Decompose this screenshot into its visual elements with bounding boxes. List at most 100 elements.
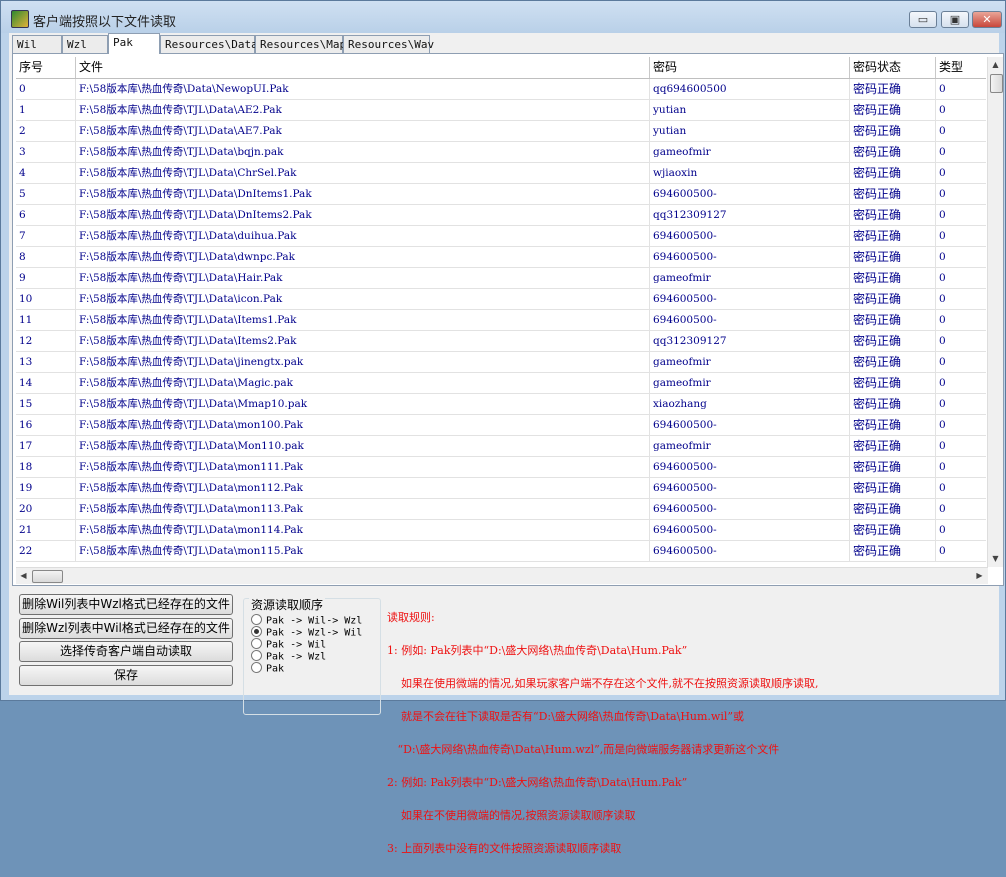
table-row[interactable]: 14 F:\58版本库\热血传奇\TJL\Data\Magic.pak gameof…: [16, 373, 986, 394]
cell-file: F:\58版本库\热血传奇\TJL\Data\duihua.Pak: [76, 226, 650, 246]
cell-type: 0: [939, 188, 946, 200]
column-header-password-status[interactable]: 密码状态: [850, 57, 936, 78]
cell-file: F:\58版本库\热血传奇\TJL\Data\mon115.Pak: [76, 541, 650, 561]
table-row[interactable]: 11 F:\58版本库\热血传奇\TJL\Data\Items1.Pak 69460…: [16, 310, 986, 331]
table-row[interactable]: 19 F:\58版本库\热血传奇\TJL\Data\mon112.Pak 69460…: [16, 478, 986, 499]
cell-index: 12: [16, 331, 76, 351]
cell-password-status: 密码正确: [850, 226, 936, 246]
cell-type: 0: [939, 125, 946, 137]
table-row[interactable]: 9 F:\58版本库\热血传奇\TJL\Data\Hair.Pak gameofmi…: [16, 268, 986, 289]
cell-password-status: 密码正确: [850, 79, 936, 99]
radio-option-pak-wzl-wil[interactable]: Pak -> Wzl-> Wil: [251, 626, 362, 639]
radio-button-icon[interactable]: [251, 650, 262, 661]
table-row[interactable]: 6 F:\58版本库\热血传奇\TJL\Data\DnItems2.Pak qq31…: [16, 205, 986, 226]
cell-index: 19: [16, 478, 76, 498]
tab-panel: 序号 文件 密码 密码状态 类型 0 F:\58版本库\热血传奇\Data\New…: [12, 53, 1004, 586]
table-row[interactable]: 16 F:\58版本库\热血传奇\TJL\Data\mon100.Pak 69460…: [16, 415, 986, 436]
table-row[interactable]: 18 F:\58版本库\热血传奇\TJL\Data\mon111.Pak 69460…: [16, 457, 986, 478]
cell-password: gameofmir: [650, 352, 850, 372]
radio-button-icon[interactable]: [251, 614, 262, 625]
delete-wzl-duplicates-button[interactable]: 删除Wzl列表中Wil格式已经存在的文件: [19, 618, 233, 639]
column-header-password[interactable]: 密码: [650, 57, 850, 78]
radio-button-icon[interactable]: [251, 662, 262, 673]
cell-password: gameofmir: [650, 142, 850, 162]
cell-file: F:\58版本库\热血传奇\Data\NewopUI.Pak: [76, 79, 650, 99]
cell-file: F:\58版本库\热血传奇\TJL\Data\DnItems1.Pak: [76, 184, 650, 204]
tab-resources-wav[interactable]: Resources\Wav: [343, 35, 434, 53]
delete-wil-duplicates-button[interactable]: 删除Wil列表中Wzl格式已经存在的文件: [19, 594, 233, 615]
table-row[interactable]: 21 F:\58版本库\热血传奇\TJL\Data\mon114.Pak 69460…: [16, 520, 986, 541]
radio-option-pak-wil-wzl[interactable]: Pak -> Wil-> Wzl: [251, 614, 362, 627]
cell-password-status: 密码正确: [850, 436, 936, 456]
table-row[interactable]: 2 F:\58版本库\热血传奇\TJL\Data\AE7.Pak yutian 密码正…: [16, 121, 986, 142]
column-header-file[interactable]: 文件: [76, 57, 650, 78]
tab-pak[interactable]: Pak: [108, 33, 160, 54]
cell-index: 8: [16, 247, 76, 267]
resource-order-title: 资源读取顺序: [249, 596, 326, 613]
table-row[interactable]: 17 F:\58版本库\热血传奇\TJL\Data\Mon110.pak gameo…: [16, 436, 986, 457]
save-button[interactable]: 保存: [19, 665, 233, 686]
table-row[interactable]: 5 F:\58版本库\热血传奇\TJL\Data\DnItems1.Pak 6946…: [16, 184, 986, 205]
tab-wil[interactable]: Wil: [12, 35, 62, 53]
radio-option-pak-wil[interactable]: Pak -> Wil: [251, 638, 326, 651]
client-area: Wil Wzl Pak Resources\Data Resources\Map…: [9, 33, 1004, 854]
horizontal-scroll-thumb[interactable]: [32, 570, 63, 583]
cell-file: F:\58版本库\热血传奇\TJL\Data\Items2.Pak: [76, 331, 650, 351]
maximize-button[interactable]: ▣: [941, 11, 969, 28]
radio-button-icon[interactable]: [251, 638, 262, 649]
vertical-scrollbar[interactable]: ▲ ▼: [987, 57, 1003, 567]
cell-index: 3: [16, 142, 76, 162]
window-title: 客户端按照以下文件读取: [33, 15, 177, 30]
cell-type: 0: [939, 440, 946, 452]
cell-type: 0: [939, 293, 946, 305]
cell-index: 1: [16, 100, 76, 120]
table-row[interactable]: 1 F:\58版本库\热血传奇\TJL\Data\AE2.Pak yutian 密码正…: [16, 100, 986, 121]
cell-password: 694600500-: [650, 457, 850, 477]
tab-resources-data[interactable]: Resources\Data: [160, 35, 258, 53]
table-row[interactable]: 4 F:\58版本库\热血传奇\TJL\Data\ChrSel.Pak wjiaox…: [16, 163, 986, 184]
cell-file: F:\58版本库\热血传奇\TJL\Data\DnItems2.Pak: [76, 205, 650, 225]
app-icon: [11, 10, 29, 28]
cell-file: F:\58版本库\热血传奇\TJL\Data\mon114.Pak: [76, 520, 650, 540]
cell-index: 5: [16, 184, 76, 204]
cell-index: 11: [16, 310, 76, 330]
radio-button-selected-icon[interactable]: [251, 626, 262, 637]
scroll-down-icon[interactable]: ▼: [988, 551, 1003, 566]
minimize-button[interactable]: ▭: [909, 11, 937, 28]
radio-option-pak-wzl[interactable]: Pak -> Wzl: [251, 650, 326, 663]
cell-type: 0: [939, 545, 946, 557]
column-header-index[interactable]: 序号: [16, 57, 76, 78]
scroll-up-icon[interactable]: ▲: [988, 57, 1003, 72]
scroll-right-icon[interactable]: ▶: [972, 568, 987, 583]
cell-password-status: 密码正确: [850, 268, 936, 288]
cell-password-status: 密码正确: [850, 247, 936, 267]
select-client-button[interactable]: 选择传奇客户端自动读取: [19, 641, 233, 662]
cell-password-status: 密码正确: [850, 121, 936, 141]
cell-type: 0: [939, 524, 946, 536]
table-row[interactable]: 3 F:\58版本库\热血传奇\TJL\Data\bqjn.pak gameofmi…: [16, 142, 986, 163]
cell-password-status: 密码正确: [850, 352, 936, 372]
table-row[interactable]: 15 F:\58版本库\热血传奇\TJL\Data\Mmap10.pak xiaoz…: [16, 394, 986, 415]
horizontal-scrollbar[interactable]: ◀ ▶: [16, 567, 988, 584]
table-row[interactable]: 8 F:\58版本库\热血传奇\TJL\Data\dwnpc.Pak 6946005…: [16, 247, 986, 268]
tab-resources-map[interactable]: Resources\Map: [255, 35, 346, 53]
table-row[interactable]: 12 F:\58版本库\热血传奇\TJL\Data\Items2.Pak qq312…: [16, 331, 986, 352]
reading-rules-text: 读取规则: 1: 例如: Pak列表中“D:\盛大网络\热血传奇\Data\Hu…: [387, 590, 997, 854]
cell-file: F:\58版本库\热血传奇\TJL\Data\mon113.Pak: [76, 499, 650, 519]
table-row[interactable]: 20 F:\58版本库\热血传奇\TJL\Data\mon113.Pak 69460…: [16, 499, 986, 520]
close-button[interactable]: ✕: [972, 11, 1002, 28]
tab-wzl[interactable]: Wzl: [62, 35, 108, 53]
table-row[interactable]: 13 F:\58版本库\热血传奇\TJL\Data\jinengtx.pak gam…: [16, 352, 986, 373]
radio-option-pak[interactable]: Pak: [251, 662, 284, 675]
cell-file: F:\58版本库\热血传奇\TJL\Data\AE7.Pak: [76, 121, 650, 141]
table-row[interactable]: 0 F:\58版本库\热血传奇\Data\NewopUI.Pak qq6946005…: [16, 79, 986, 100]
table-row[interactable]: 7 F:\58版本库\热血传奇\TJL\Data\duihua.Pak 694600…: [16, 226, 986, 247]
cell-password: gameofmir: [650, 373, 850, 393]
cell-index: 18: [16, 457, 76, 477]
table-row[interactable]: 22 F:\58版本库\热血传奇\TJL\Data\mon115.Pak 69460…: [16, 541, 986, 562]
vertical-scroll-thumb[interactable]: [990, 74, 1003, 93]
table-row[interactable]: 10 F:\58版本库\热血传奇\TJL\Data\icon.Pak 6946005…: [16, 289, 986, 310]
cell-password-status: 密码正确: [850, 541, 936, 561]
column-header-type[interactable]: 类型: [936, 57, 986, 78]
scroll-left-icon[interactable]: ◀: [16, 568, 31, 583]
